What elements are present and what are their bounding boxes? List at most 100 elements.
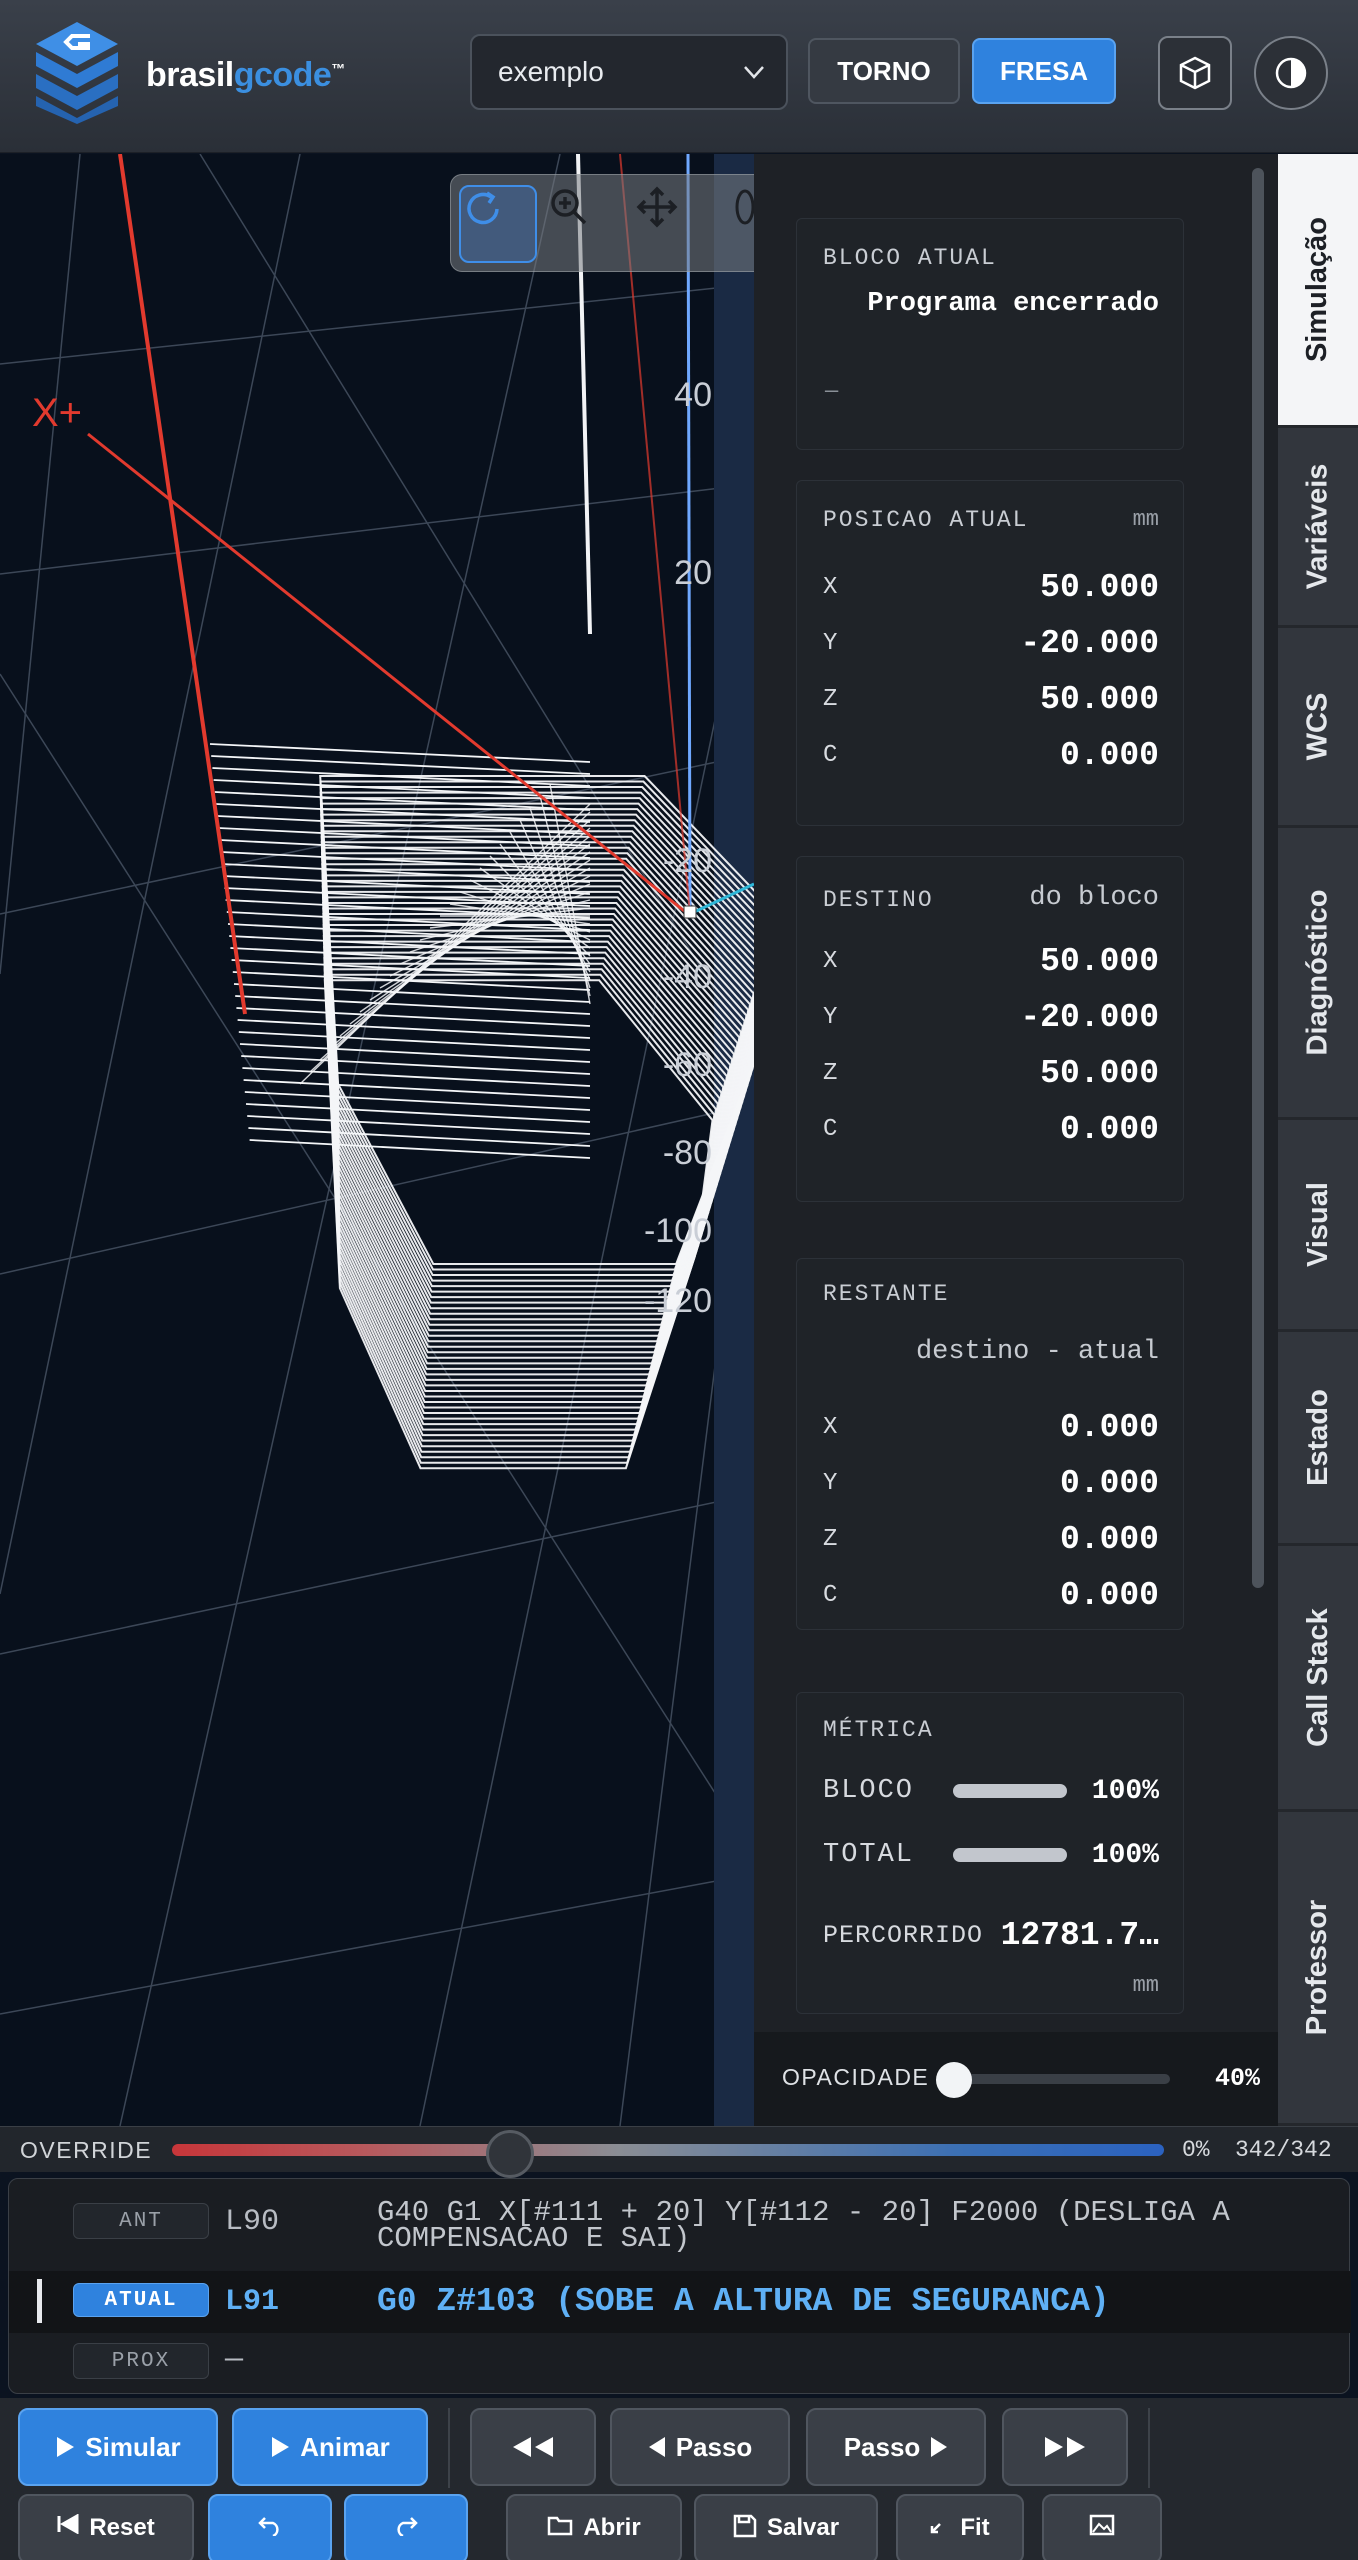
tab-diagnostico[interactable]: Diagnóstico <box>1278 828 1358 1120</box>
abrir-label: Abrir <box>583 2514 641 2541</box>
contrast-icon <box>1275 57 1307 89</box>
cube-view-button[interactable] <box>1158 36 1232 110</box>
metrica-bloco-row: BLOCO 100% <box>823 1771 1159 1811</box>
posicao-row-z: Z 50.000 <box>823 679 1159 719</box>
tab-label: Visual <box>1301 1182 1334 1267</box>
posicao-atual-card: POSICAO ATUAL mm X 50.000 Y -20.000 Z 50.00… <box>796 480 1184 826</box>
rotate-tool-button[interactable] <box>459 185 537 263</box>
grid-line <box>0 283 754 365</box>
opacity-slider[interactable] <box>954 2074 1170 2084</box>
tab-visual[interactable]: Visual <box>1278 1120 1358 1332</box>
fast-forward-button[interactable] <box>1002 2408 1128 2486</box>
screenshot-button[interactable] <box>1042 2494 1162 2560</box>
posicao-row-y: Y -20.000 <box>823 623 1159 663</box>
tab-label: WCS <box>1301 692 1334 761</box>
reset-button[interactable]: Reset <box>18 2494 194 2560</box>
bloco-atual-text: Programa encerrado <box>867 289 1159 319</box>
tab-simulacao[interactable]: Simulação <box>1278 154 1358 428</box>
restante-row-c: C 0.000 <box>823 1575 1159 1615</box>
code-row-next[interactable]: PROX — <box>9 2335 1351 2387</box>
next-line-number: — <box>225 2343 244 2377</box>
theme-toggle-button[interactable] <box>1254 36 1328 110</box>
step-back-button[interactable]: Passo <box>610 2408 790 2486</box>
destino-row-z: Z 50.000 <box>823 1053 1159 1093</box>
axis-value: -20.000 <box>1020 624 1159 662</box>
axis-label: X <box>823 573 838 601</box>
override-slider-knob[interactable] <box>486 2130 534 2178</box>
redo-button[interactable] <box>344 2494 468 2560</box>
destino-row-x: X 50.000 <box>823 941 1159 981</box>
tab-estado[interactable]: Estado <box>1278 1332 1358 1546</box>
override-bar: OVERRIDE 0% 342/342 <box>0 2126 1358 2178</box>
fast-forward-icon <box>1045 2437 1085 2457</box>
previous-code-line-2: COMPENSACAO E SAI) <box>377 2222 691 2255</box>
bloco-atual-dash: — <box>825 379 839 404</box>
percorrido-label: PERCORRIDO <box>823 1920 984 1950</box>
percorrido-row: PERCORRIDO 12781.7… <box>823 1915 1159 1955</box>
metrica-bloco-label: BLOCO <box>823 1776 915 1806</box>
axis-tick-label: -60 <box>663 1046 712 1084</box>
code-row-previous[interactable]: ANT L90 G40 G1 X[#111 + 20] Y[#112 - 20]… <box>9 2189 1351 2253</box>
destino-title: DESTINO <box>823 887 934 913</box>
restante-sub: destino - atual <box>915 1337 1159 1367</box>
metrica-title: MÉTRICA <box>823 1717 934 1743</box>
salvar-button[interactable]: Salvar <box>694 2494 878 2560</box>
rewind-button[interactable] <box>470 2408 596 2486</box>
torno-button[interactable]: TORNO <box>808 38 960 104</box>
zoom-tool-button[interactable] <box>547 185 625 263</box>
axis-tick-label: -40 <box>663 958 712 996</box>
opacity-slider-knob[interactable] <box>936 2062 972 2098</box>
axis-value: 0.000 <box>1059 1520 1159 1558</box>
axis-value: 50.000 <box>1040 1054 1159 1092</box>
axis-label: Z <box>823 685 838 713</box>
block-counter: 342/342 <box>1235 2137 1332 2163</box>
fit-label: Fit <box>960 2514 990 2541</box>
step-forward-icon <box>931 2437 948 2457</box>
tab-variaveis[interactable]: Variáveis <box>1278 428 1358 628</box>
animar-button[interactable]: Animar <box>232 2408 428 2486</box>
opacity-control: OPACIDADE 40% <box>754 2032 1278 2126</box>
metrica-bloco-progress <box>953 1784 1067 1798</box>
orbit-tool-button[interactable] <box>723 185 754 263</box>
code-view: ANT L90 G40 G1 X[#111 + 20] Y[#112 - 20]… <box>8 2178 1351 2394</box>
step-forward-button[interactable]: Passo <box>806 2408 986 2486</box>
axis-tick-label: -80 <box>663 1134 712 1172</box>
play-icon <box>272 2437 290 2457</box>
axis-value: 0.000 <box>1059 1464 1159 1502</box>
step-forward-label: Passo <box>843 2431 921 2462</box>
previous-tag: ANT <box>73 2203 209 2239</box>
restante-title: RESTANTE <box>823 1281 950 1307</box>
header-bar: brasilgcode™ exemplo TORNO FRESA <box>0 0 1358 153</box>
simular-button[interactable]: Simular <box>18 2408 218 2486</box>
tab-wcs[interactable]: WCS <box>1278 628 1358 828</box>
toolpath-scene[interactable]: X+ 4020-20-40-60-80-100-120160140120100 <box>0 154 754 2126</box>
panel-scrollbar[interactable] <box>1252 168 1264 1588</box>
tab-call-stack[interactable]: Call Stack <box>1278 1546 1358 1812</box>
save-icon <box>733 2514 757 2538</box>
axis-label: X <box>823 1413 838 1441</box>
metrica-total-percent: 100% <box>1091 1839 1159 1871</box>
axis-label: Y <box>823 1003 838 1031</box>
fit-icon <box>931 2523 942 2534</box>
tab-professor[interactable]: Professor <box>1278 1812 1358 2126</box>
destino-row-y: Y -20.000 <box>823 997 1159 1037</box>
code-row-current[interactable]: ATUAL L91 G0 Z#103 (SOBE A ALTURA DE SEG… <box>9 2271 1351 2333</box>
current-code-line: G0 Z#103 (SOBE A ALTURA DE SEGURANCA) <box>377 2283 1110 2320</box>
3d-viewport[interactable]: X+ 4020-20-40-60-80-100-120160140120100 <box>0 154 754 2126</box>
axis-value: 50.000 <box>1040 942 1159 980</box>
fresa-button[interactable]: FRESA <box>972 38 1116 104</box>
program-select[interactable]: exemplo <box>470 34 788 110</box>
state-panel: BLOCO ATUAL Programa encerrado — POSICAO… <box>754 154 1278 2126</box>
posicao-row-x: X 50.000 <box>823 567 1159 607</box>
metrica-bloco-percent: 100% <box>1091 1775 1159 1807</box>
fit-button[interactable]: Fit <box>896 2494 1024 2560</box>
undo-button[interactable] <box>208 2494 332 2560</box>
abrir-button[interactable]: Abrir <box>506 2494 682 2560</box>
posicao-atual-unit: mm <box>1132 507 1159 532</box>
current-line-number: L91 <box>225 2285 280 2319</box>
axis-label: C <box>823 741 838 769</box>
pan-tool-button[interactable] <box>635 185 713 263</box>
override-slider[interactable] <box>172 2144 1164 2156</box>
tab-label: Estado <box>1301 1389 1334 1486</box>
grid-line <box>0 483 754 575</box>
